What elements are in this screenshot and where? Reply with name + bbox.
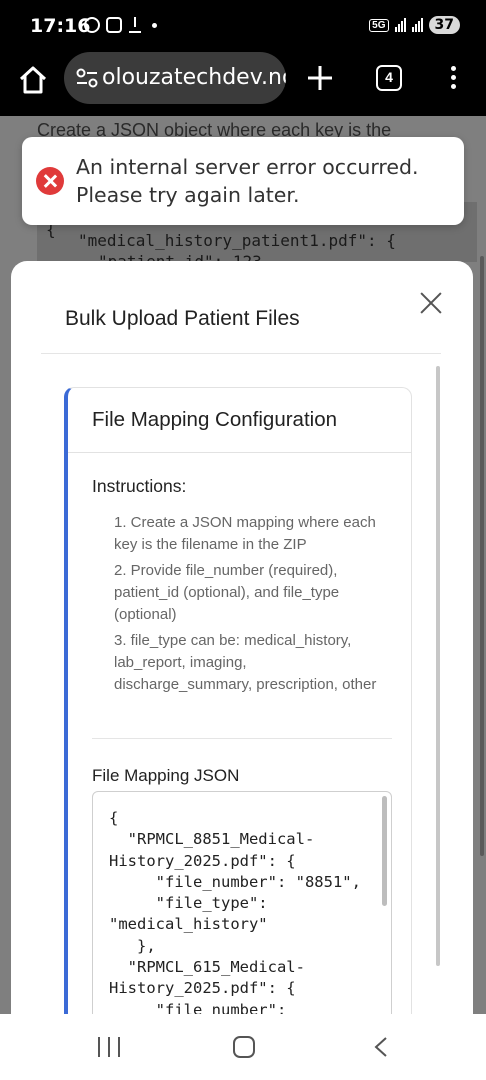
battery-level: 37 bbox=[428, 16, 460, 34]
tab-switcher-button[interactable]: 4 bbox=[376, 65, 402, 91]
signal-icon-2 bbox=[411, 18, 423, 32]
card-divider bbox=[92, 738, 392, 739]
signal-icon bbox=[394, 18, 406, 32]
page-scrollbar[interactable] bbox=[480, 256, 484, 856]
bulk-upload-modal: Bulk Upload Patient Files File Mapping C… bbox=[11, 261, 473, 1021]
json-mapping-textarea[interactable]: { "RPMCL_8851_Medical- History_2025.pdf"… bbox=[92, 791, 392, 1021]
error-icon bbox=[36, 167, 64, 195]
home-icon[interactable] bbox=[17, 64, 49, 96]
status-time: 17:16 bbox=[30, 15, 91, 37]
network-type: 5G bbox=[369, 18, 389, 32]
recent-apps-icon[interactable] bbox=[98, 1037, 120, 1057]
home-nav-icon[interactable] bbox=[233, 1036, 255, 1058]
more-notifications-dot bbox=[152, 22, 157, 28]
toast-message: An internal server error occurred. Pleas… bbox=[76, 155, 419, 207]
instructions-list: 1. Create a JSON mapping where each key … bbox=[114, 512, 384, 700]
modal-scrollbar[interactable] bbox=[436, 366, 440, 966]
error-toast: An internal server error occurred. Pleas… bbox=[22, 137, 464, 225]
status-bar: 17:16 5G 37 bbox=[0, 0, 486, 52]
more-menu-icon[interactable] bbox=[446, 66, 460, 92]
instructions-heading: Instructions: bbox=[92, 476, 187, 496]
background-code-line: "medical_history_patient1.pdf": { bbox=[78, 231, 396, 250]
screenshot-icon bbox=[106, 17, 122, 33]
status-right: 5G 37 bbox=[369, 16, 460, 34]
instruction-item: 3. file_type can be: medical_history, la… bbox=[114, 632, 377, 693]
json-mapping-value: { "RPMCL_8851_Medical- History_2025.pdf"… bbox=[109, 809, 361, 1019]
textarea-scrollbar[interactable] bbox=[382, 796, 387, 906]
close-icon[interactable] bbox=[419, 291, 443, 315]
card-title: File Mapping Configuration bbox=[92, 408, 337, 431]
new-tab-icon[interactable] bbox=[306, 64, 334, 92]
modal-title: Bulk Upload Patient Files bbox=[65, 307, 300, 330]
json-field-label: File Mapping JSON bbox=[92, 766, 240, 785]
file-mapping-card: File Mapping Configuration Instructions:… bbox=[64, 387, 412, 1021]
instruction-item: 1. Create a JSON mapping where each key … bbox=[114, 514, 376, 553]
address-bar[interactable]: olouzatechdev.ng bbox=[64, 52, 286, 104]
notification-icons bbox=[84, 17, 157, 33]
back-icon[interactable] bbox=[372, 1036, 390, 1058]
instruction-item: 2. Provide file_number (required), patie… bbox=[114, 562, 340, 623]
whatsapp-icon bbox=[84, 17, 100, 33]
modal-divider bbox=[41, 353, 441, 354]
browser-toolbar: olouzatechdev.ng 4 bbox=[0, 52, 486, 116]
url-text: olouzatechdev.ng bbox=[102, 65, 286, 90]
download-icon bbox=[128, 17, 142, 33]
system-nav-bar bbox=[0, 1014, 486, 1080]
card-header: File Mapping Configuration bbox=[68, 388, 411, 453]
site-settings-icon[interactable] bbox=[76, 68, 98, 88]
